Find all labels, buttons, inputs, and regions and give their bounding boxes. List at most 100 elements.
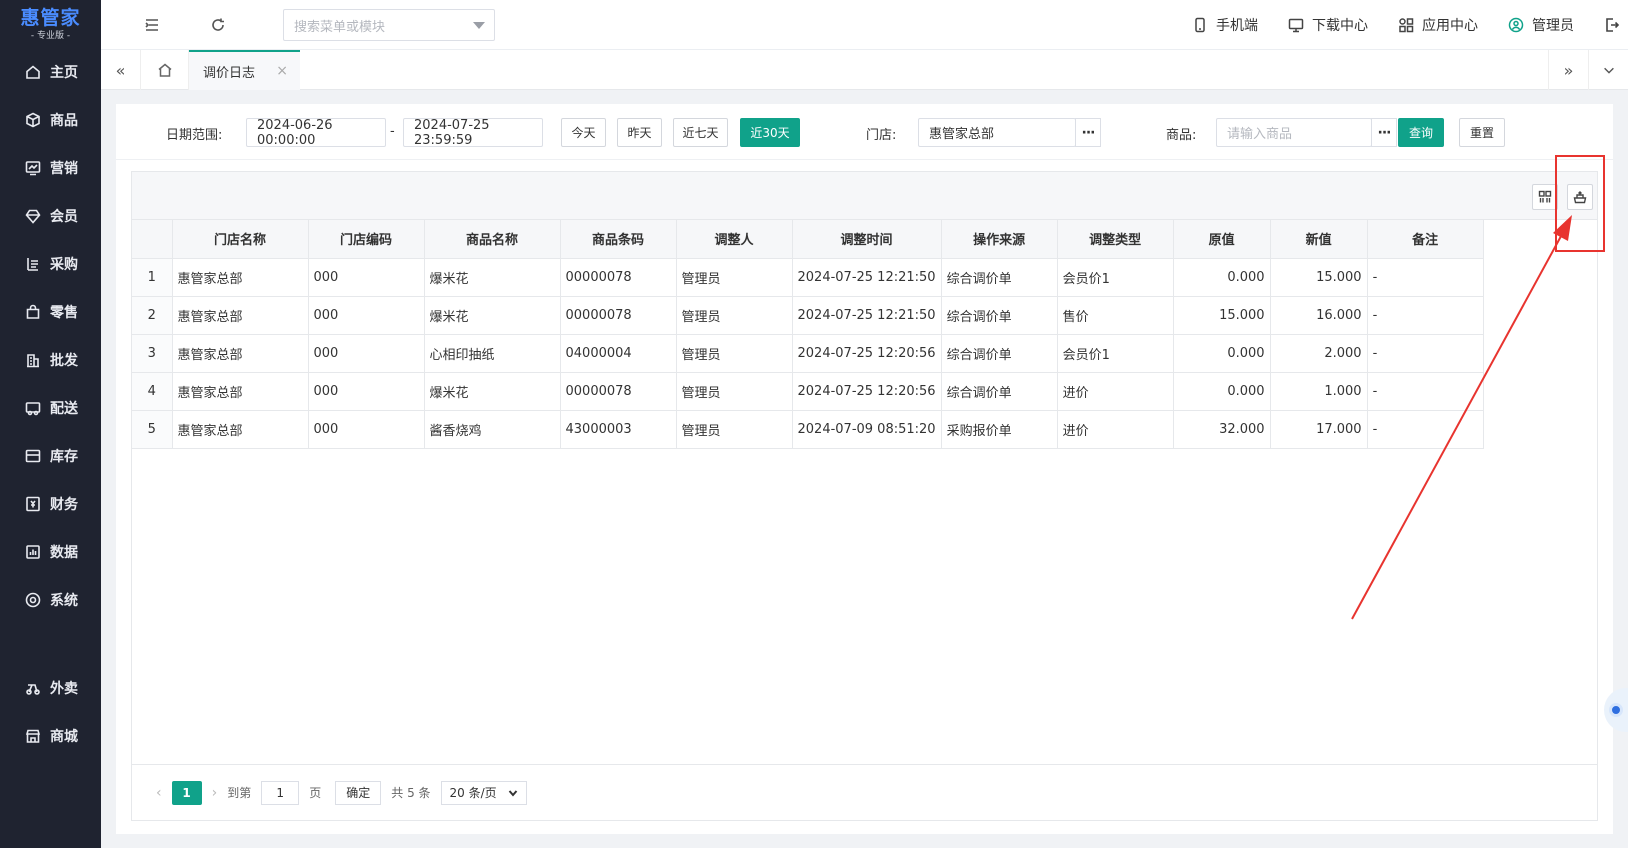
user-name: 管理员 bbox=[1532, 18, 1574, 34]
truck-icon bbox=[24, 399, 42, 417]
sidebar-item-label: 零售 bbox=[50, 305, 78, 321]
user-icon bbox=[1508, 17, 1524, 33]
tab-price-log[interactable]: 调价日志 × bbox=[189, 50, 300, 90]
home-icon bbox=[158, 63, 171, 77]
menu-search-select[interactable]: 搜索菜单或模块 bbox=[283, 9, 495, 41]
column-header[interactable]: 新值 bbox=[1270, 220, 1368, 259]
price-log-table: 门店名称 门店编码 商品名称 商品条码 调整人 调整时间 操作来源 调整类型 原… bbox=[132, 220, 1484, 449]
goto-page-input[interactable]: 1 bbox=[261, 780, 300, 805]
tab-home[interactable] bbox=[141, 50, 189, 90]
table-cell: 综合调价单 bbox=[941, 372, 1058, 411]
table-row[interactable]: 5 惠管家总部 000 酱香烧鸡 43000003 管理员 2024-07-09 08:51… bbox=[132, 410, 1484, 449]
close-icon[interactable]: × bbox=[276, 63, 288, 79]
sidebar-item-retail[interactable]: 零售 bbox=[0, 288, 101, 336]
sidebar-item-mall[interactable]: 商城 bbox=[0, 712, 101, 760]
tabs-scroll-right-button[interactable]: » bbox=[1548, 50, 1588, 90]
column-header[interactable]: 门店名称 bbox=[172, 220, 309, 259]
app-center-link[interactable]: 应用中心 bbox=[1398, 15, 1478, 35]
goods-picker-button[interactable]: ··· bbox=[1371, 118, 1397, 147]
table-row[interactable]: 2 惠管家总部 000 爆米花 00000078 管理员 2024-07-25 12:21:… bbox=[132, 296, 1484, 335]
today-button[interactable]: 今天 bbox=[561, 118, 606, 147]
tabs-menu-button[interactable] bbox=[1588, 50, 1628, 90]
sidebar-item-members[interactable]: 会员 bbox=[0, 192, 101, 240]
sidebar-item-marketing[interactable]: 营销 bbox=[0, 144, 101, 192]
sidebar-item-label: 库存 bbox=[50, 449, 78, 465]
last-30-days-button[interactable]: 近30天 bbox=[740, 118, 800, 147]
sidebar-item-system[interactable]: 系统 bbox=[0, 576, 101, 624]
column-header[interactable]: 原值 bbox=[1173, 220, 1271, 259]
grid-toolbar bbox=[132, 172, 1597, 220]
table-cell: 管理员 bbox=[676, 372, 793, 411]
sidebar-item-finance[interactable]: 财务 bbox=[0, 480, 101, 528]
list-icon bbox=[24, 255, 42, 273]
goods-input[interactable]: 请输入商品 bbox=[1216, 118, 1372, 147]
date-start-input[interactable]: 2024-06-26 00:00:00 bbox=[246, 118, 386, 148]
page-number-current[interactable]: 1 bbox=[171, 780, 202, 805]
mobile-link[interactable]: 手机端 bbox=[1192, 15, 1258, 35]
user-menu[interactable]: 管理员 bbox=[1508, 15, 1574, 35]
table-cell: 2.000 bbox=[1270, 334, 1368, 373]
table-cell: 爆米花 bbox=[424, 372, 561, 411]
page-size-select[interactable]: 20 条/页 bbox=[440, 780, 527, 805]
table-row[interactable]: 1 惠管家总部 000 爆米花 00000078 管理员 2024-07-25 12:21:… bbox=[132, 258, 1484, 297]
download-center-link[interactable]: 下载中心 bbox=[1288, 15, 1368, 35]
table-cell: 爆米花 bbox=[424, 258, 561, 297]
sidebar-item-inventory[interactable]: 库存 bbox=[0, 432, 101, 480]
store-picker-button[interactable]: ··· bbox=[1075, 118, 1101, 147]
top-header: 搜索菜单或模块 手机端 下载中心 应用中心 管理员 bbox=[101, 0, 1628, 50]
yesterday-button[interactable]: 昨天 bbox=[617, 118, 662, 147]
sidebar-item-home[interactable]: 主页 bbox=[0, 48, 101, 96]
column-header[interactable]: 门店编码 bbox=[308, 220, 425, 259]
table-cell: 2024-07-25 12:21:50 bbox=[792, 296, 942, 335]
sidebar-item-purchase[interactable]: 采购 bbox=[0, 240, 101, 288]
table-cell: 04000004 bbox=[560, 334, 677, 373]
sidebar-item-delivery[interactable]: 配送 bbox=[0, 384, 101, 432]
row-index: 3 bbox=[132, 334, 173, 373]
table-cell: 15.000 bbox=[1270, 258, 1368, 297]
table-cell: 000 bbox=[308, 334, 425, 373]
row-index: 2 bbox=[132, 296, 173, 335]
sidebar-item-label: 财务 bbox=[50, 497, 78, 513]
column-header[interactable]: 备注 bbox=[1367, 220, 1484, 259]
table-cell: 会员价1 bbox=[1057, 334, 1174, 373]
page-size-value: 20 条/页 bbox=[449, 786, 497, 800]
column-header[interactable]: 商品名称 bbox=[424, 220, 561, 259]
page-unit-label: 页 bbox=[309, 786, 322, 800]
table-cell: - bbox=[1367, 410, 1484, 449]
table-cell: 综合调价单 bbox=[941, 334, 1058, 373]
table-cell: 0.000 bbox=[1173, 372, 1271, 411]
date-end-input[interactable]: 2024-07-25 23:59:59 bbox=[403, 118, 543, 148]
logout-icon bbox=[1606, 18, 1620, 32]
query-button[interactable]: 查询 bbox=[1398, 118, 1444, 147]
diamond-icon bbox=[24, 207, 42, 225]
data-icon bbox=[24, 543, 42, 561]
app-center-label: 应用中心 bbox=[1422, 18, 1478, 34]
sidebar-item-label: 采购 bbox=[50, 257, 78, 273]
table-cell: - bbox=[1367, 372, 1484, 411]
table-row[interactable]: 3 惠管家总部 000 心相印抽纸 04000004 管理员 2024-07-25 12:2… bbox=[132, 334, 1484, 373]
table-row[interactable]: 4 惠管家总部 000 爆米花 00000078 管理员 2024-07-25 12:20:… bbox=[132, 372, 1484, 411]
column-header[interactable]: 调整人 bbox=[676, 220, 793, 259]
next-page-button[interactable]: › bbox=[212, 785, 218, 801]
goto-confirm-button[interactable]: 确定 bbox=[335, 780, 382, 805]
prev-page-button[interactable]: ‹ bbox=[156, 785, 162, 801]
date-range-label: 日期范围: bbox=[166, 128, 223, 143]
last-7-days-button[interactable]: 近七天 bbox=[673, 118, 728, 147]
refresh-icon[interactable] bbox=[208, 15, 228, 35]
reset-button[interactable]: 重置 bbox=[1459, 118, 1505, 147]
menu-toggle-icon[interactable] bbox=[142, 15, 162, 35]
sidebar-item-data[interactable]: 数据 bbox=[0, 528, 101, 576]
tabs-scroll-left-button[interactable]: « bbox=[101, 50, 141, 90]
sidebar-item-wholesale[interactable]: 批发 bbox=[0, 336, 101, 384]
sidebar-item-label: 数据 bbox=[50, 545, 78, 561]
table-cell: 000 bbox=[308, 258, 425, 297]
column-header[interactable]: 调整时间 bbox=[792, 220, 942, 259]
sidebar-item-takeaway[interactable]: 外卖 bbox=[0, 664, 101, 712]
column-header[interactable]: 调整类型 bbox=[1057, 220, 1174, 259]
column-header[interactable]: 商品条码 bbox=[560, 220, 677, 259]
sidebar-item-label: 主页 bbox=[50, 65, 78, 81]
logout-button[interactable] bbox=[1604, 17, 1620, 33]
column-header[interactable]: 操作来源 bbox=[941, 220, 1058, 259]
sidebar-item-goods[interactable]: 商品 bbox=[0, 96, 101, 144]
store-input[interactable]: 惠管家总部 bbox=[918, 118, 1076, 147]
